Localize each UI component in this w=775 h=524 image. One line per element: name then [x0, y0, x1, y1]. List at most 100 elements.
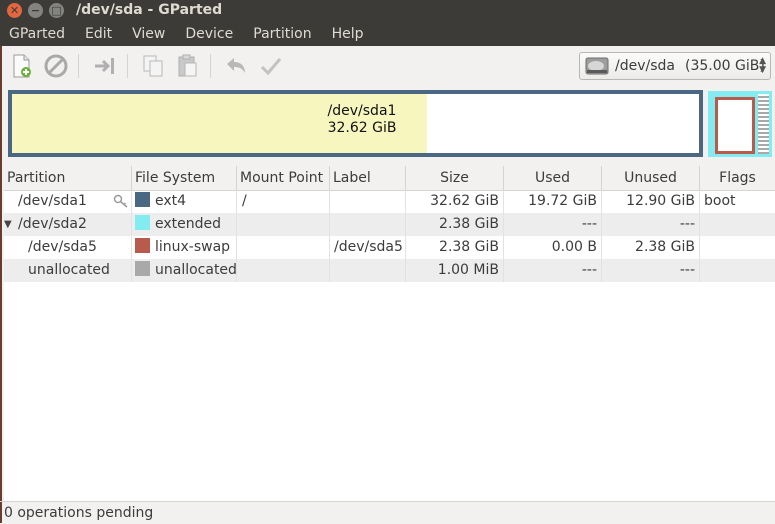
- fs-name: linux-swap: [155, 239, 231, 255]
- new-partition-icon: [13, 54, 31, 78]
- cell-mountpoint: /: [237, 190, 330, 213]
- partition-table: Partition File System Mount Point Label …: [4, 166, 775, 501]
- header-size[interactable]: Size: [406, 166, 504, 190]
- mount-key-icon: [113, 194, 128, 208]
- minimize-icon: −: [30, 4, 41, 17]
- cell-used: ---: [504, 213, 602, 236]
- partition-name: /dev/sda2: [18, 216, 87, 232]
- cell-used: 0.00 B: [504, 236, 602, 259]
- copy-icon: [143, 55, 163, 77]
- table-row[interactable]: /dev/sda1 ext4 / 32.62 GiB 19.72 GiB 12.…: [4, 190, 775, 213]
- cell-filesystem: linux-swap: [132, 236, 237, 259]
- cell-size: 2.38 GiB: [406, 213, 504, 236]
- menu-help[interactable]: Help: [322, 26, 374, 42]
- fs-color-swatch: [135, 192, 150, 207]
- fs-color-swatch: [135, 261, 150, 276]
- toolbar-separator: [127, 54, 128, 78]
- partition-name: /dev/sda1: [18, 193, 87, 209]
- menu-partition[interactable]: Partition: [243, 26, 321, 42]
- cell-size: 32.62 GiB: [406, 190, 504, 213]
- cell-flags: [700, 259, 775, 282]
- cell-mountpoint: [237, 213, 330, 236]
- device-selector[interactable]: /dev/sda (35.00 GiB) ▲ ▼: [579, 52, 771, 80]
- cell-partition: ▼ /dev/sda2: [4, 213, 132, 236]
- menu-edit[interactable]: Edit: [75, 26, 122, 42]
- minimize-window-button[interactable]: −: [28, 3, 43, 18]
- paste-button[interactable]: [174, 53, 200, 79]
- cell-partition: /dev/sda5: [4, 236, 132, 259]
- copy-button[interactable]: [140, 53, 166, 79]
- header-flags[interactable]: Flags: [700, 166, 775, 190]
- paste-icon: [178, 54, 197, 77]
- cell-mountpoint: [237, 259, 330, 282]
- toolbar: /dev/sda (35.00 GiB) ▲ ▼: [0, 46, 775, 86]
- menu-gparted[interactable]: GParted: [0, 26, 75, 42]
- undo-icon: [227, 58, 245, 73]
- cell-used: 19.72 GiB: [504, 190, 602, 213]
- fs-color-swatch: [135, 215, 150, 230]
- title-bar: ✕ − □ /dev/sda - GParted: [0, 0, 775, 22]
- cell-size: 2.38 GiB: [406, 236, 504, 259]
- menu-bar: GParted Edit View Device Partition Help: [0, 22, 775, 46]
- cell-unused: 2.38 GiB: [602, 236, 700, 259]
- cell-flags: boot: [704, 193, 736, 209]
- graphic-sda2-extended[interactable]: [708, 91, 772, 157]
- cell-label: [330, 213, 406, 236]
- fs-color-swatch: [135, 238, 150, 253]
- header-unused[interactable]: Unused: [602, 166, 700, 190]
- fs-name: ext4: [155, 193, 187, 209]
- cell-label: /dev/sda5: [330, 236, 406, 259]
- cell-label: [330, 259, 406, 282]
- cell-flags: [700, 213, 775, 236]
- header-used[interactable]: Used: [504, 166, 602, 190]
- table-row[interactable]: unallocated unallocated 1.00 MiB --- ---: [4, 259, 775, 282]
- partition-graphic: /dev/sda1 32.62 GiB: [4, 88, 775, 160]
- cell-mountpoint: [237, 236, 330, 259]
- close-icon: ✕: [9, 4, 20, 17]
- menu-view[interactable]: View: [122, 26, 175, 42]
- window-title: /dev/sda - GParted: [76, 2, 223, 18]
- cell-unused: ---: [602, 259, 700, 282]
- cell-partition: unallocated: [4, 259, 132, 282]
- cell-filesystem: unallocated: [132, 259, 237, 282]
- menu-device[interactable]: Device: [175, 26, 243, 42]
- cell-partition: /dev/sda1: [4, 190, 132, 213]
- maximize-icon: □: [51, 4, 62, 17]
- expander-triangle-icon[interactable]: ▼: [4, 213, 12, 236]
- cell-unused: ---: [602, 213, 700, 236]
- apply-button[interactable]: [258, 53, 284, 79]
- graphic-sda1-name: /dev/sda1: [327, 103, 397, 119]
- apply-icon: [260, 58, 282, 76]
- delete-button[interactable]: [43, 53, 69, 79]
- delete-icon: [44, 54, 68, 78]
- undo-button[interactable]: [223, 53, 249, 79]
- cell-flags: [700, 236, 775, 259]
- header-label[interactable]: Label: [330, 166, 406, 190]
- status-text: 0 operations pending: [4, 505, 154, 521]
- hard-disk-icon: [585, 57, 609, 75]
- table-row[interactable]: /dev/sda5 linux-swap /dev/sda5 2.38 GiB …: [4, 236, 775, 259]
- graphic-sda1-size: 32.62 GiB: [327, 120, 397, 136]
- toolbar-separator: [210, 54, 211, 78]
- device-path: /dev/sda: [615, 58, 675, 74]
- toolbar-separator: [78, 54, 79, 78]
- cell-used: ---: [504, 259, 602, 282]
- graphic-sda1[interactable]: /dev/sda1 32.62 GiB: [8, 90, 703, 157]
- cell-size: 1.00 MiB: [406, 259, 504, 282]
- table-row[interactable]: ▼ /dev/sda2 extended 2.38 GiB --- ---: [4, 213, 775, 236]
- status-bar: 0 operations pending: [0, 501, 775, 524]
- graphic-unallocated[interactable]: [758, 94, 769, 154]
- graphic-sda5-swap[interactable]: [715, 97, 755, 154]
- table-header: Partition File System Mount Point Label …: [4, 166, 775, 191]
- header-mountpoint[interactable]: Mount Point: [237, 166, 330, 190]
- header-partition[interactable]: Partition: [4, 166, 132, 190]
- resize-move-button[interactable]: [92, 53, 118, 79]
- header-filesystem[interactable]: File System: [132, 166, 237, 190]
- graphic-sda1-label: /dev/sda1 32.62 GiB: [282, 103, 442, 137]
- maximize-window-button[interactable]: □: [49, 3, 64, 18]
- cell-filesystem: extended: [132, 213, 237, 236]
- fs-name: extended: [155, 216, 222, 232]
- new-partition-button[interactable]: [9, 53, 35, 79]
- close-window-button[interactable]: ✕: [7, 3, 22, 18]
- cell-filesystem: ext4: [132, 190, 237, 213]
